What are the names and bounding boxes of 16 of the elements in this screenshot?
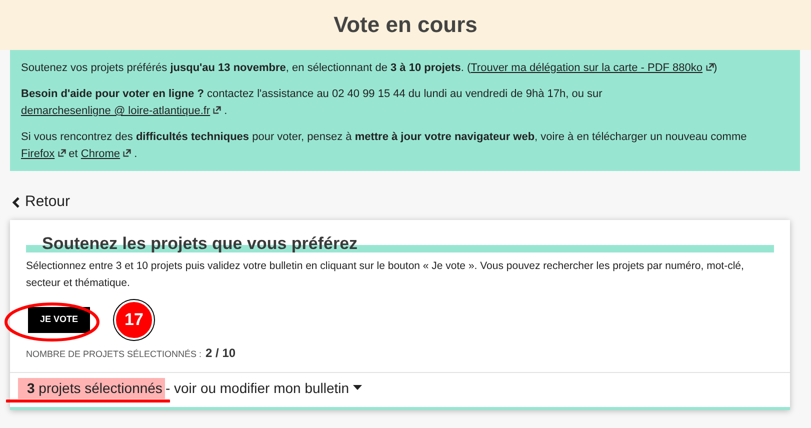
counter-label: NOMBRE DE PROJETS SÉLECTIONNÉS : <box>26 348 202 361</box>
notice-text: Soutenez vos projets préférés jusqu'au 13 novembre, en sélectionnant de 3 à 10 projets. (Trouver ma délégation sur la carte - PDF 880ko ) <box>21 61 718 76</box>
step-badge: 17 <box>114 300 154 340</box>
page-title: Vote en cours <box>334 12 478 38</box>
card-title: Soutenez les projets que vous préférez <box>41 234 359 254</box>
notice-text: Besoin d'aide pour voter en ligne ? contactez l'assistance au 02 40 99 15 44 du lundi au vendredi de 9hà 17h, ou sur demarchesenligne @ loire-atlantique.fr . <box>21 87 604 119</box>
counter-value: 2 / 10 <box>206 344 236 362</box>
card-description: Sélectionnez entre 3 et 10 projets puis validez votre bulletin en cliquant sur le bouton « Je vote ». Vous pouvez rechercher les projets par numéro, mot-clé, secteur et thématique. <box>26 258 745 291</box>
notice-text: Si vous rencontrez des difficultés techniques pour voter, pensez à mettre à jour votre navigateur web, voire à en télécharger un nouveau comme Firefox et Chrome . <box>21 130 748 162</box>
back-link[interactable]: Retour <box>12 191 70 214</box>
bulletin-dropdown[interactable]: 3 projets sélectionnés - voir ou modifier mon bulletin <box>18 378 362 399</box>
link[interactable]: Firefox <box>21 148 66 160</box>
link[interactable]: Trouver ma délégation sur la carte - PDF 880ko <box>470 62 714 74</box>
link[interactable]: Chrome <box>80 148 132 160</box>
vote-button[interactable]: JE VOTE <box>28 307 90 333</box>
link[interactable]: demarchesenligne @ loire-atlantique.fr <box>21 105 222 117</box>
